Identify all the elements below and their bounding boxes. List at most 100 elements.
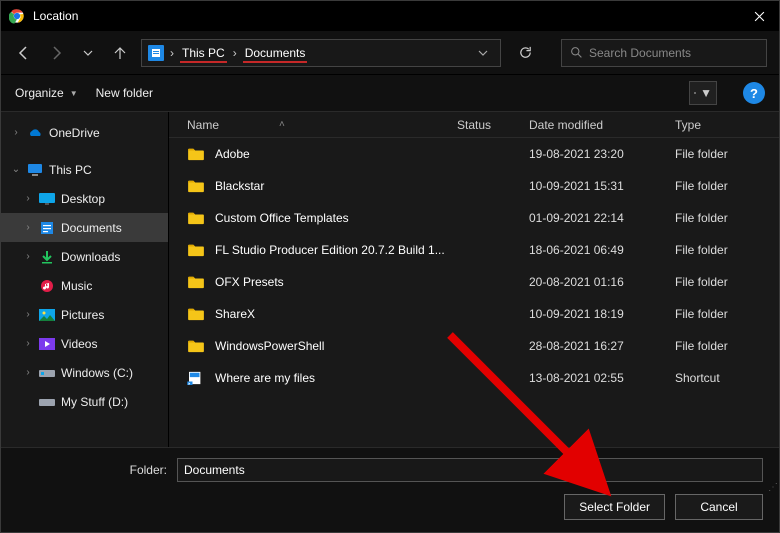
new-folder-button[interactable]: New folder bbox=[96, 86, 153, 100]
main-area: › OneDrive ⌄ This PC › Desktop › Documen… bbox=[1, 111, 779, 447]
window-title: Location bbox=[33, 9, 739, 23]
file-name: FL Studio Producer Edition 20.7.2 Build … bbox=[215, 243, 445, 257]
file-name: Adobe bbox=[215, 147, 250, 161]
table-row[interactable]: ShareX10-09-2021 18:19File folder bbox=[169, 298, 779, 330]
breadcrumb-documents[interactable]: Documents bbox=[243, 44, 308, 62]
sidebar-item-label: Videos bbox=[61, 337, 97, 351]
sidebar-item-downloads[interactable]: › Downloads bbox=[1, 242, 168, 271]
file-list: Adobe19-08-2021 23:20File folderBlacksta… bbox=[169, 138, 779, 447]
sidebar-item-onedrive[interactable]: › OneDrive bbox=[1, 118, 168, 147]
search-box[interactable] bbox=[561, 39, 767, 67]
file-date: 10-09-2021 15:31 bbox=[529, 179, 675, 193]
file-name: Where are my files bbox=[215, 371, 315, 385]
sidebar-item-label: Windows (C:) bbox=[61, 366, 133, 380]
forward-button[interactable] bbox=[45, 42, 67, 64]
sidebar-item-desktop[interactable]: › Desktop bbox=[1, 184, 168, 213]
file-name: ShareX bbox=[215, 307, 255, 321]
chevron-down-icon: ⌄ bbox=[11, 164, 21, 175]
column-name[interactable]: Name bbox=[187, 118, 219, 132]
search-input[interactable] bbox=[589, 46, 758, 60]
sidebar-item-label: OneDrive bbox=[49, 126, 100, 140]
column-status[interactable]: Status bbox=[457, 118, 529, 132]
breadcrumb-dropdown[interactable] bbox=[472, 48, 494, 58]
documents-icon bbox=[148, 45, 164, 61]
up-button[interactable] bbox=[109, 42, 131, 64]
breadcrumb-thispc[interactable]: This PC bbox=[180, 44, 227, 62]
view-button[interactable]: ▼ bbox=[689, 81, 717, 105]
pictures-icon bbox=[39, 307, 55, 323]
table-row[interactable]: OFX Presets 20-08-2021 01:16File folder bbox=[169, 266, 779, 298]
annotation-underline bbox=[180, 61, 227, 63]
table-row[interactable]: FL Studio Producer Edition 20.7.2 Build … bbox=[169, 234, 779, 266]
file-type: File folder bbox=[675, 211, 779, 225]
table-row[interactable]: WindowsPowerShell28-08-2021 16:27File fo… bbox=[169, 330, 779, 362]
file-date: 19-08-2021 23:20 bbox=[529, 147, 675, 161]
sidebar-item-label: My Stuff (D:) bbox=[61, 395, 128, 409]
file-area: Name˄ Status Date modified Type Adobe 19-… bbox=[169, 112, 779, 447]
table-row[interactable]: Blackstar 10-09-2021 15:31File folder bbox=[169, 170, 779, 202]
list-view-icon bbox=[694, 87, 696, 99]
breadcrumb[interactable]: › This PC › Documents bbox=[141, 39, 501, 67]
column-date[interactable]: Date modified bbox=[529, 118, 675, 132]
folder-label: Folder: bbox=[17, 463, 167, 477]
folder-input[interactable] bbox=[177, 458, 763, 482]
cancel-button[interactable]: Cancel bbox=[675, 494, 763, 520]
column-headers[interactable]: Name˄ Status Date modified Type bbox=[169, 112, 779, 138]
folder-icon bbox=[187, 275, 205, 289]
chevron-right-icon: › bbox=[168, 46, 176, 60]
sidebar-item-music[interactable]: Music bbox=[1, 271, 168, 300]
chevron-right-icon: › bbox=[11, 127, 21, 138]
sidebar-item-label: Pictures bbox=[61, 308, 104, 322]
drive-icon bbox=[39, 394, 55, 410]
column-type[interactable]: Type bbox=[675, 118, 779, 132]
file-name: Blackstar bbox=[215, 179, 264, 193]
chrome-icon bbox=[9, 8, 25, 24]
refresh-button[interactable] bbox=[511, 39, 539, 67]
file-name: Custom Office Templates bbox=[215, 211, 349, 225]
navbar: › This PC › Documents bbox=[1, 31, 779, 75]
drive-icon bbox=[39, 365, 55, 381]
file-type: File folder bbox=[675, 179, 779, 193]
back-button[interactable] bbox=[13, 42, 35, 64]
table-row[interactable]: Custom Office Templates 01-09-2021 22:14F… bbox=[169, 202, 779, 234]
folder-icon bbox=[187, 307, 205, 321]
file-date: 18-06-2021 06:49 bbox=[529, 243, 675, 257]
table-row[interactable]: Where are my files13-08-2021 02:55Shortc… bbox=[169, 362, 779, 394]
file-type: File folder bbox=[675, 339, 779, 353]
file-type: File folder bbox=[675, 243, 779, 257]
footer: Folder: Select Folder Cancel bbox=[1, 447, 779, 532]
close-button[interactable] bbox=[739, 1, 779, 31]
file-date: 13-08-2021 02:55 bbox=[529, 371, 675, 385]
desktop-icon bbox=[39, 191, 55, 207]
sidebar-item-windows-c[interactable]: › Windows (C:) bbox=[1, 358, 168, 387]
sidebar-item-mystuff-d[interactable]: My Stuff (D:) bbox=[1, 387, 168, 416]
chevron-right-icon: › bbox=[23, 309, 33, 320]
chevron-right-icon: › bbox=[23, 222, 33, 233]
chevron-down-icon: ▼ bbox=[700, 86, 712, 100]
history-dropdown[interactable] bbox=[77, 42, 99, 64]
file-type: File folder bbox=[675, 275, 779, 289]
help-button[interactable]: ? bbox=[743, 82, 765, 104]
sidebar-item-label: Downloads bbox=[61, 250, 120, 264]
file-name: OFX Presets bbox=[215, 275, 284, 289]
organize-button[interactable]: Organize▼ bbox=[15, 86, 78, 100]
file-date: 01-09-2021 22:14 bbox=[529, 211, 675, 225]
table-row[interactable]: Adobe19-08-2021 23:20File folder bbox=[169, 138, 779, 170]
select-folder-button[interactable]: Select Folder bbox=[564, 494, 665, 520]
file-type: File folder bbox=[675, 307, 779, 321]
resize-grip[interactable]: ⋰ bbox=[768, 482, 776, 493]
folder-icon bbox=[187, 147, 205, 161]
shortcut-icon bbox=[187, 371, 205, 385]
sidebar: › OneDrive ⌄ This PC › Desktop › Documen… bbox=[1, 112, 169, 447]
file-date: 20-08-2021 01:16 bbox=[529, 275, 675, 289]
music-icon bbox=[39, 278, 55, 294]
sidebar-item-documents[interactable]: › Documents bbox=[1, 213, 168, 242]
chevron-down-icon: ▼ bbox=[70, 89, 78, 98]
sidebar-item-videos[interactable]: › Videos bbox=[1, 329, 168, 358]
titlebar: Location bbox=[1, 1, 779, 31]
sidebar-item-thispc[interactable]: ⌄ This PC bbox=[1, 155, 168, 184]
downloads-icon bbox=[39, 249, 55, 265]
folder-icon bbox=[187, 211, 205, 225]
folder-icon bbox=[187, 339, 205, 353]
sidebar-item-pictures[interactable]: › Pictures bbox=[1, 300, 168, 329]
